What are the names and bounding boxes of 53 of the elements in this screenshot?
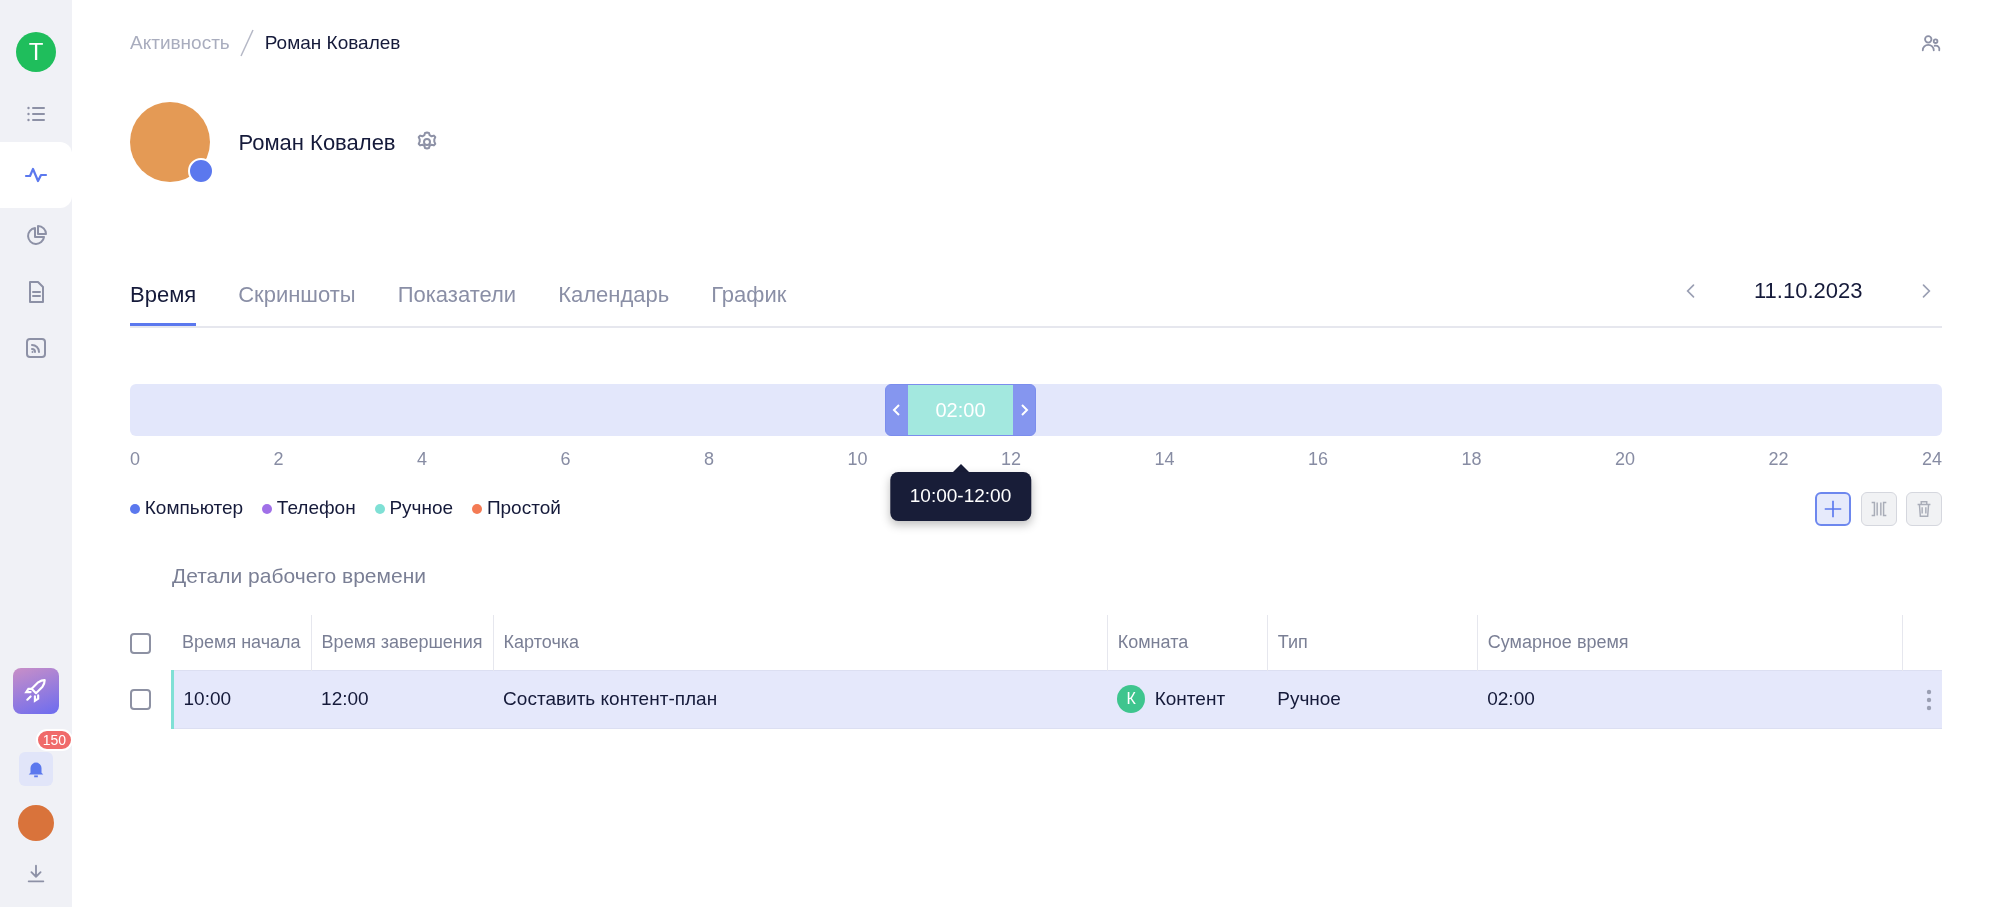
table-cell: Составить контент-план bbox=[493, 670, 1108, 728]
axis-tick-label: 22 bbox=[1768, 447, 1789, 471]
tab[interactable]: Время bbox=[130, 278, 197, 326]
segment-duration: 02:00 bbox=[908, 385, 1013, 435]
chevron-left-icon bbox=[891, 403, 903, 417]
room-avatar: К bbox=[1117, 685, 1146, 714]
breadcrumb-current: Роман Ковалев bbox=[264, 30, 401, 55]
rocket-button[interactable] bbox=[13, 667, 59, 714]
table-cell: 10:00 bbox=[172, 670, 312, 728]
pie-chart-icon bbox=[24, 224, 48, 248]
users-icon[interactable] bbox=[1920, 32, 1942, 54]
axis-tick-label: 20 bbox=[1614, 447, 1635, 471]
row-checkbox[interactable] bbox=[130, 689, 151, 711]
chevron-right-icon bbox=[1018, 403, 1030, 417]
workspace-avatar[interactable]: T bbox=[16, 32, 56, 72]
section-title: Детали рабочего времени bbox=[171, 562, 427, 589]
axis-tick-label: 0 bbox=[130, 447, 140, 471]
axis-tick-label: 4 bbox=[416, 447, 427, 471]
user-avatar[interactable] bbox=[18, 804, 54, 841]
axis-tick-label: 14 bbox=[1154, 447, 1175, 471]
axis-tick-label: 8 bbox=[703, 447, 714, 471]
table-cell: Ручное bbox=[1267, 670, 1478, 728]
profile-name: Роман Ковалев bbox=[238, 128, 396, 157]
breadcrumb-separator-icon bbox=[239, 28, 256, 58]
legend-label: Компьютер bbox=[144, 496, 244, 521]
axis-tick-label: 24 bbox=[1921, 447, 1942, 471]
axis-tick-label: 6 bbox=[560, 447, 571, 471]
axis-tick-label: 10 bbox=[847, 447, 868, 471]
axis-tick-label: 16 bbox=[1307, 447, 1328, 471]
legend-label: Ручное bbox=[389, 496, 454, 521]
tab[interactable]: Скриншоты bbox=[238, 278, 356, 326]
notifications-button[interactable] bbox=[19, 751, 53, 786]
axis-tick-label: 2 bbox=[273, 447, 284, 471]
axis-tick-label: 12 bbox=[1000, 447, 1021, 471]
select-all-checkbox[interactable] bbox=[130, 633, 151, 654]
legend-label: Телефон bbox=[276, 496, 356, 521]
time-range-tooltip: 10:00-12:00 bbox=[889, 472, 1032, 521]
tab[interactable]: График bbox=[711, 278, 787, 326]
room-name: Контент bbox=[1154, 687, 1226, 711]
status-dot bbox=[188, 158, 214, 184]
current-date: 11.10.2023 bbox=[1754, 277, 1863, 305]
tab[interactable]: Показатели bbox=[397, 278, 517, 326]
axis-tick-label: 18 bbox=[1461, 447, 1482, 471]
legend-label: Простой bbox=[486, 496, 561, 521]
notification-count: 150 bbox=[35, 728, 73, 751]
table-cell: 12:00 bbox=[311, 670, 494, 728]
add-button[interactable] bbox=[1815, 491, 1851, 526]
more-icon bbox=[1926, 689, 1932, 711]
rocket-icon bbox=[23, 677, 49, 704]
feed-icon bbox=[24, 336, 48, 360]
breadcrumb-link[interactable]: Активность bbox=[130, 28, 230, 58]
table-cell: 02:00 bbox=[1477, 670, 1902, 728]
tab[interactable]: Календарь bbox=[558, 278, 670, 326]
